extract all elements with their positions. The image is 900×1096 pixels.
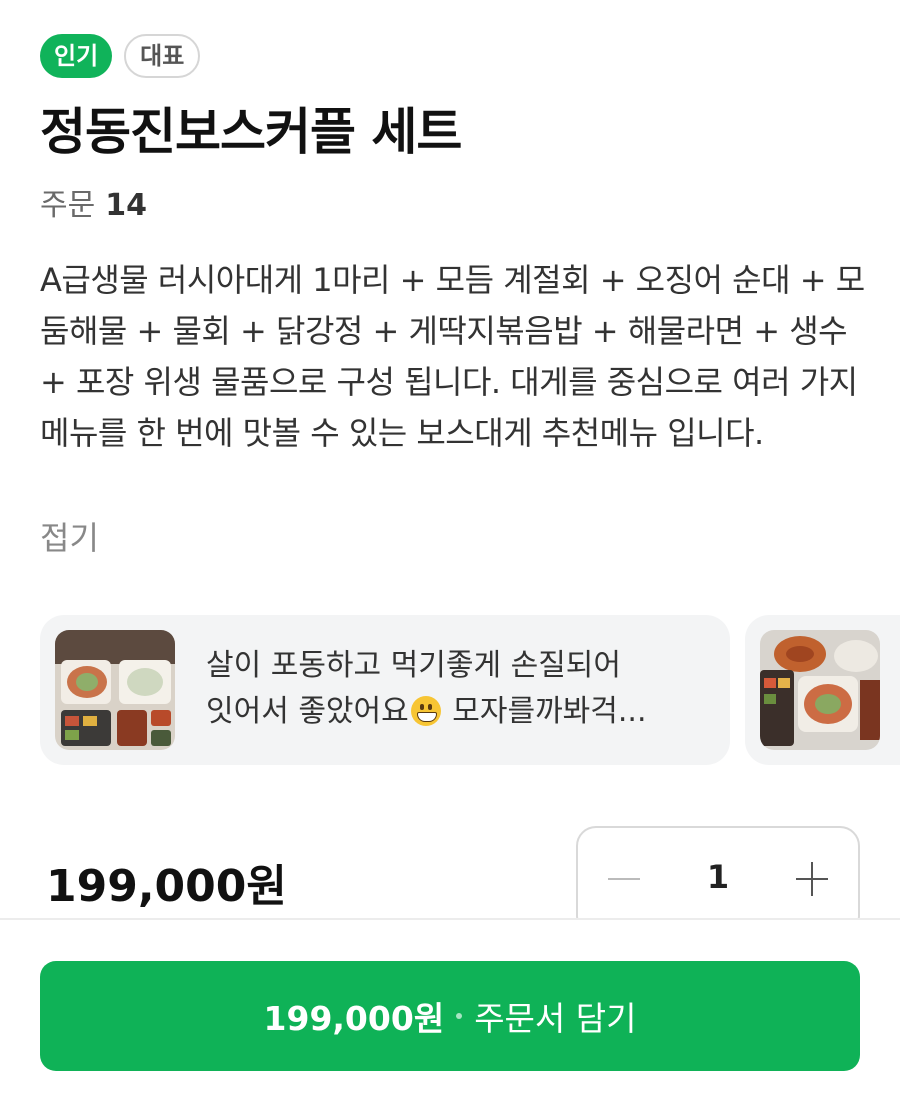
review-card[interactable] (745, 615, 900, 765)
grinning-face-icon (410, 696, 441, 726)
review-card[interactable]: 살이 포동하고 먹기좋게 손질되어 잇어서 좋았어요 모자를까봐걱... (40, 615, 730, 765)
separator-dot (456, 1013, 463, 1019)
review-text: 살이 포동하고 먹기좋게 손질되어 잇어서 좋았어요 모자를까봐걱... (206, 643, 696, 735)
representative-badge: 대표 (124, 34, 201, 78)
order-count-value: 14 (105, 188, 147, 223)
order-count: 주문 14 (40, 180, 147, 224)
review-photo (760, 630, 880, 750)
plus-icon[interactable] (796, 862, 830, 896)
quantity-value: 1 (706, 858, 730, 896)
minus-icon[interactable] (608, 862, 642, 896)
menu-description: A급생물 러시아대게 1마리 + 모듬 계절회 + 오징어 순대 + 모둠해물 … (40, 261, 865, 452)
menu-title: 정동진보스커플 세트 (40, 103, 462, 161)
badge-group: 인기 대표 (40, 34, 201, 78)
review-text-line-2: 잇어서 좋았어요 (206, 694, 409, 729)
order-button-label: 주문서 담기 (474, 999, 637, 1038)
order-button-price: 199,000원 (263, 999, 445, 1038)
add-to-order-button[interactable]: 199,000원 주문서 담기 (40, 961, 860, 1071)
order-count-label: 주문 (40, 188, 96, 223)
popular-badge: 인기 (40, 34, 113, 78)
review-carousel[interactable]: 살이 포동하고 먹기좋게 손질되어 잇어서 좋았어요 모자를까봐걱... (40, 615, 900, 765)
review-text-line-1: 살이 포동하고 먹기좋게 손질되어 (206, 648, 622, 683)
review-photo (55, 630, 175, 750)
review-text-line-2-tail: 모자를까봐걱... (442, 694, 647, 729)
fold-button[interactable]: 접기 (40, 513, 99, 559)
price: 199,000원 (46, 861, 287, 912)
